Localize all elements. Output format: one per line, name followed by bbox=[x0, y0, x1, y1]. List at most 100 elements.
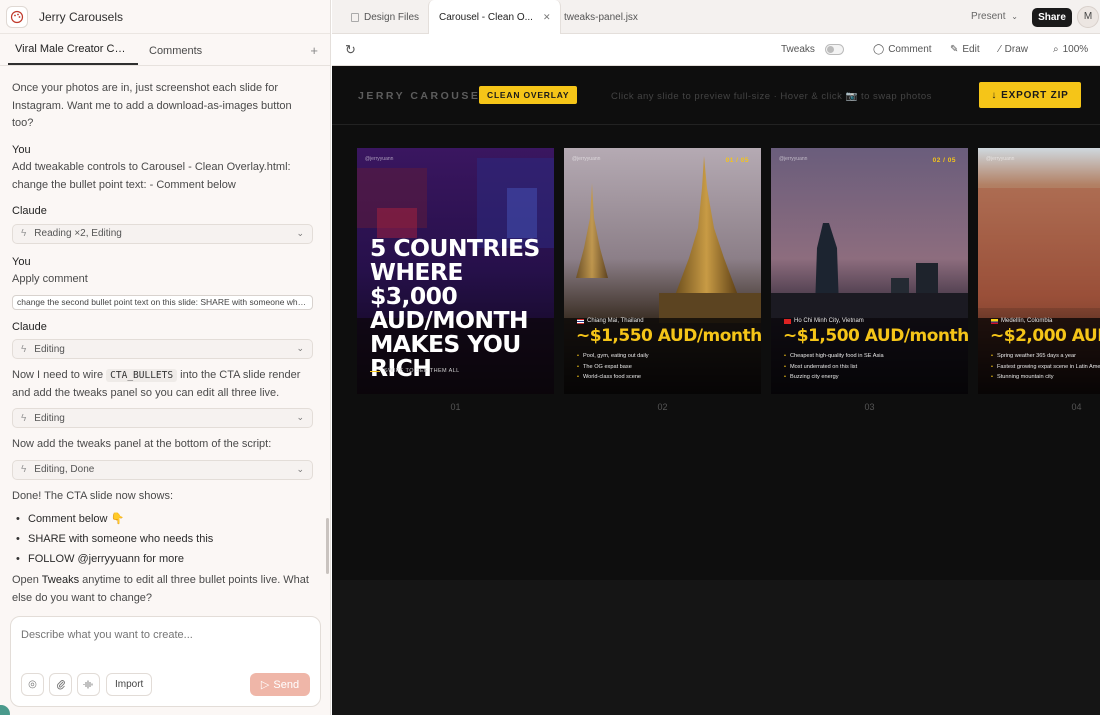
comment-button[interactable]: ◯ Comment bbox=[873, 44, 932, 55]
design-workspace: Design Files Carousel - Clean O... ✕ twe… bbox=[332, 0, 1100, 715]
assistant-message: Now add the tweaks panel at the bottom o… bbox=[12, 438, 272, 450]
bolt-icon: ϟ bbox=[21, 464, 27, 475]
comment-label: Comment bbox=[888, 44, 932, 55]
carousel-header: JERRY CAROUSELS CLEAN OVERLAY Click any … bbox=[332, 66, 1100, 125]
tab-carousel-clean-overlay[interactable]: Carousel - Clean O... ✕ bbox=[428, 0, 562, 35]
tool-activity-pill[interactable]: ϟ Editing ⌄ bbox=[12, 408, 313, 428]
close-icon[interactable]: ✕ bbox=[543, 12, 551, 23]
chat-scrollbar[interactable] bbox=[326, 518, 329, 574]
file-tabbar: Design Files Carousel - Clean O... ✕ twe… bbox=[332, 0, 1100, 35]
assistant-message: Done! The CTA slide now shows: bbox=[12, 489, 174, 502]
tab-tweaks-panel[interactable]: tweaks-panel.jsx bbox=[564, 0, 638, 34]
hint-text: Click any slide to preview full-size · H… bbox=[611, 91, 932, 102]
chat-thread: Once your photos are in, just screenshot… bbox=[12, 80, 314, 607]
tool-activity-label: Editing bbox=[34, 343, 65, 355]
send-button[interactable]: ▷ Send bbox=[250, 673, 310, 696]
chat-panel: Jerry Carousels Viral Male Creator Carou… bbox=[0, 0, 331, 715]
list-item: Most underrated on this list bbox=[784, 362, 884, 373]
project-title[interactable]: Jerry Carousels bbox=[39, 10, 123, 24]
assistant-message: Once your photos are in, just screenshot… bbox=[12, 82, 292, 129]
tweaks-toggle[interactable]: Tweaks bbox=[781, 44, 844, 55]
present-button[interactable]: Present ⌄ bbox=[971, 11, 1018, 22]
send-label: Send bbox=[273, 678, 300, 691]
chevron-down-icon: ⌄ bbox=[296, 463, 304, 474]
chevron-down-icon: ⌄ bbox=[296, 412, 304, 422]
assistant-message: Open Tweaks anytime to edit all three bu… bbox=[12, 572, 314, 607]
slide-number: 01 bbox=[450, 402, 461, 412]
prompt-input[interactable] bbox=[21, 629, 301, 641]
list-item: Buzzing city energy bbox=[784, 372, 884, 383]
slide-location: Medellín, Colombia bbox=[991, 318, 1052, 324]
location-label: Ho Chi Minh City, Vietnam bbox=[794, 318, 864, 324]
edit-button[interactable]: ✎ Edit bbox=[950, 44, 980, 55]
slide-card[interactable]: @jerryyuann Medellín, Colombia ~$2,000 A… bbox=[978, 148, 1100, 394]
slide-handle: @jerryyuann bbox=[365, 156, 394, 162]
slide-counter: 02 / 05 bbox=[932, 157, 956, 164]
slide-card[interactable]: @jerryyuann 5 COUNTRIES WHERE $3,000 AUD… bbox=[357, 148, 554, 394]
left-tabs: Viral Male Creator Carousel Comments + bbox=[0, 34, 330, 66]
send-icon: ▷ bbox=[260, 679, 270, 691]
list-item: Comment below 👇 bbox=[16, 509, 314, 529]
refresh-icon[interactable]: ↻ bbox=[345, 42, 356, 58]
list-item: Pool, gym, eating out daily bbox=[577, 351, 649, 362]
paperclip-icon[interactable] bbox=[49, 673, 72, 696]
user-message: Apply comment bbox=[12, 273, 88, 285]
list-item: World-class food scene bbox=[577, 372, 649, 383]
slide-price: ~$1,500 AUD/month bbox=[783, 326, 968, 346]
slide-bullets: Pool, gym, eating out daily The OG expat… bbox=[577, 351, 649, 383]
arrow-down-icon: ↓ bbox=[991, 89, 998, 101]
bolt-icon: ϟ bbox=[21, 412, 27, 424]
slide-price: ~$2,000 AUD/month bbox=[990, 326, 1100, 346]
slide-price: ~$1,550 AUD/month bbox=[576, 326, 761, 346]
flag-icon bbox=[784, 318, 791, 324]
user-message: Add tweakable controls to Carousel - Cle… bbox=[12, 161, 291, 191]
message-author: You bbox=[12, 255, 31, 268]
message-author: Claude bbox=[12, 205, 47, 217]
import-button[interactable]: Import bbox=[106, 673, 153, 696]
slide-number: 04 bbox=[1071, 402, 1082, 412]
assistant-message: Now I need to wire CTA_BULLETS into the … bbox=[12, 367, 314, 402]
list-item: Cheapest high-quality food in SE Asia bbox=[784, 351, 884, 362]
palette-icon[interactable] bbox=[6, 5, 28, 28]
list-item: Fastest growing expat scene in Latin Ame… bbox=[991, 362, 1100, 373]
pencil-icon: ✎ bbox=[950, 44, 959, 55]
list-item: FOLLOW @jerryyuann for more bbox=[16, 549, 314, 569]
tool-activity-pill[interactable]: ϟ Editing ⌄ bbox=[12, 339, 313, 359]
bolt-icon: ϟ bbox=[21, 228, 27, 239]
toggle-switch[interactable] bbox=[824, 44, 844, 55]
audio-icon[interactable] bbox=[77, 673, 100, 696]
zoom-level: 100% bbox=[1062, 44, 1089, 55]
export-zip-button[interactable]: ↓ EXPORT ZIP bbox=[979, 82, 1081, 108]
slide-card[interactable]: @jerryyuann 02 / 05 Ho Chi Minh City, Vi… bbox=[771, 148, 968, 394]
tab-label: Carousel - Clean O... bbox=[439, 12, 533, 23]
avatar[interactable]: M bbox=[1077, 6, 1099, 28]
tweaks-label: Tweaks bbox=[781, 44, 815, 55]
tool-activity-pill[interactable]: ϟ Editing, Done ⌄ bbox=[12, 459, 313, 480]
tool-activity-label: Editing bbox=[34, 412, 65, 424]
tab-design-files[interactable]: Design Files bbox=[351, 0, 419, 34]
tool-activity-pill[interactable]: ϟ Reading ×2, Editing ⌄ bbox=[12, 223, 313, 244]
brush-icon: ⁄ bbox=[999, 44, 1001, 55]
slide-location: Chiang Mai, Thailand bbox=[577, 318, 644, 324]
draw-button[interactable]: ⁄ Draw bbox=[999, 44, 1028, 55]
slide-card[interactable]: @jerryyuann 01 / 05 Chiang Mai, Thailand… bbox=[564, 148, 761, 394]
comment-chip[interactable]: change the second bullet point text on t… bbox=[12, 294, 313, 310]
message-author: Claude bbox=[12, 320, 47, 333]
magnifier-icon: ⌕ bbox=[1053, 44, 1059, 55]
preview-canvas: JERRY CAROUSELS CLEAN OVERLAY Click any … bbox=[332, 66, 1100, 715]
tool-activity-label: Editing, Done bbox=[34, 464, 95, 475]
tab-comments[interactable]: Comments bbox=[142, 45, 209, 65]
tab-chat[interactable]: Viral Male Creator Carousel bbox=[8, 43, 138, 65]
tool-activity-label: Reading ×2, Editing bbox=[34, 228, 122, 239]
zoom-control[interactable]: ⌕ 100% bbox=[1053, 44, 1088, 55]
slide-handle: @jerryyuann bbox=[779, 156, 808, 162]
inline-code: CTA_BULLETS bbox=[106, 369, 178, 382]
project-header: Jerry Carousels bbox=[0, 0, 330, 34]
location-label: Chiang Mai, Thailand bbox=[587, 318, 644, 324]
slide-headline: 5 COUNTRIES WHERE $3,000 AUD/MONTH MAKES… bbox=[370, 234, 540, 382]
present-label: Present bbox=[971, 11, 1006, 22]
add-tab-icon[interactable]: + bbox=[310, 43, 318, 58]
share-button[interactable]: Share bbox=[1032, 8, 1072, 27]
target-icon[interactable]: ◎ bbox=[21, 673, 44, 696]
style-badge: CLEAN OVERLAY bbox=[479, 86, 578, 104]
